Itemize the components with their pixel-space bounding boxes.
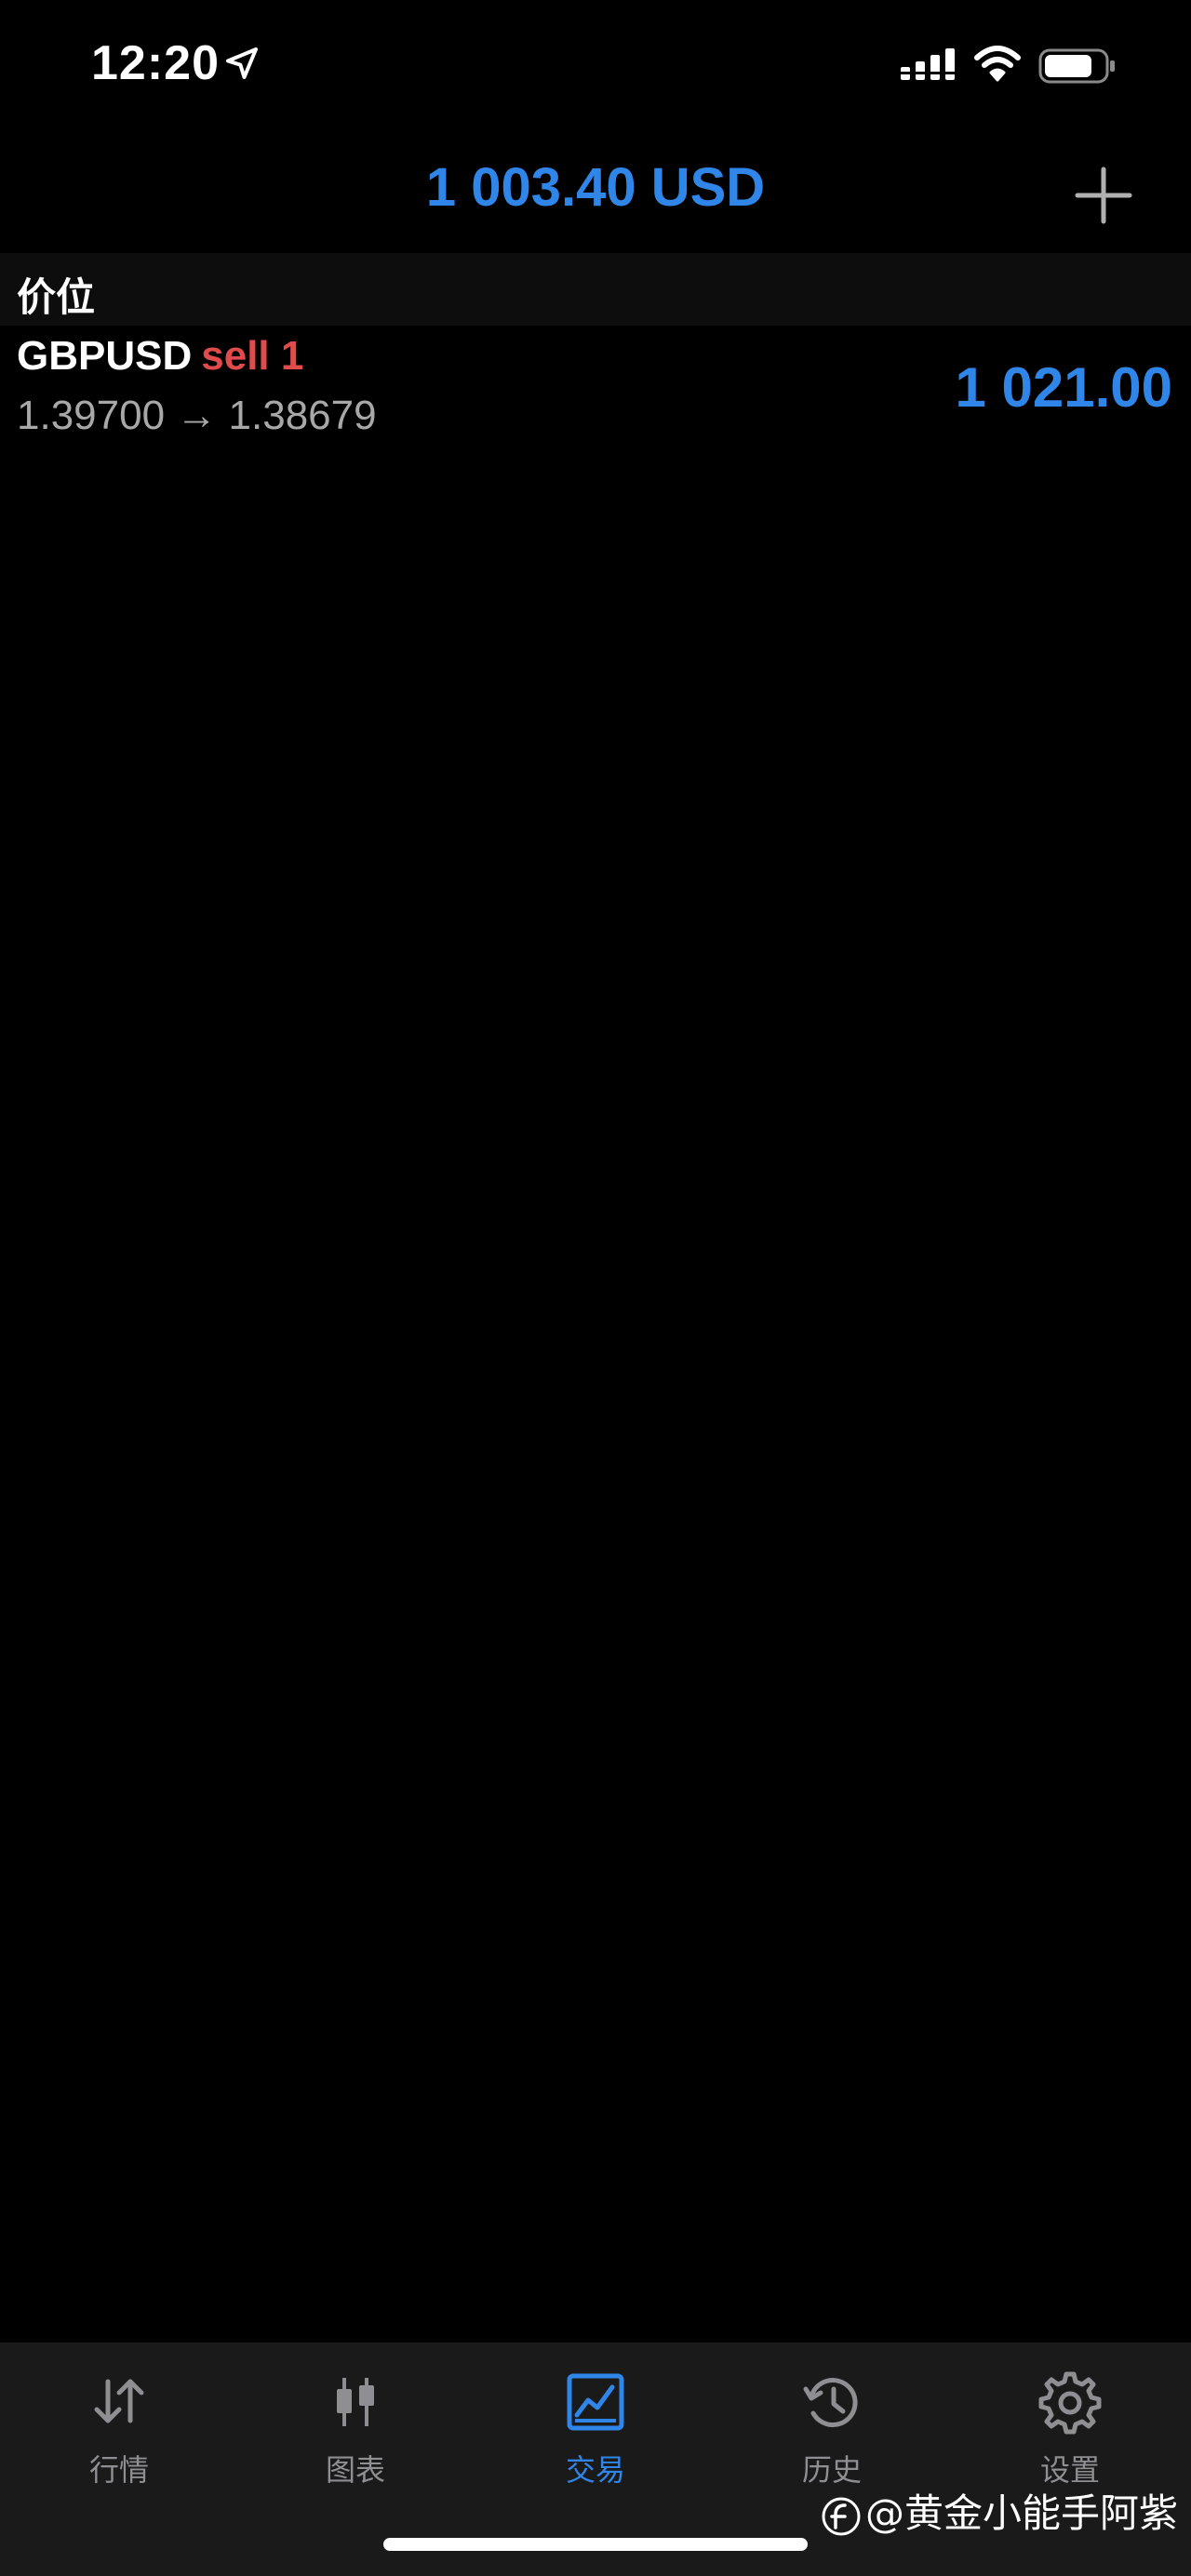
position-profit: 1 021.00 <box>955 356 1172 419</box>
status-time: 12:20 <box>91 36 220 90</box>
position-row[interactable]: GBPUSD sell 1 1.39700 → 1.38679 1 021.00 <box>0 327 1191 458</box>
section-title: 价位 <box>17 274 96 320</box>
account-balance: 1 003.40 USD <box>425 157 766 218</box>
positions-section-header: 价位 <box>0 253 1191 326</box>
arrows-up-down-icon <box>94 2379 144 2423</box>
open-price: 1.39700 <box>17 393 166 438</box>
cellular-signal-icon <box>901 48 955 80</box>
position-title: GBPUSD sell 1 <box>17 333 303 380</box>
tab-charts[interactable]: 图表 <box>262 2369 448 2508</box>
home-indicator[interactable] <box>383 2538 808 2551</box>
current-price: 1.38679 <box>228 393 377 438</box>
wifi-icon <box>974 46 1021 82</box>
history-icon <box>803 2378 858 2427</box>
watermark-logo-icon <box>822 2497 861 2535</box>
watermark-text: @黄金小能手阿紫 <box>864 2490 1178 2536</box>
position-type: sell 1 <box>201 333 304 379</box>
candlestick-icon <box>337 2378 374 2426</box>
status-bar: 12:20 <box>0 0 1191 130</box>
position-symbol: GBPUSD <box>17 333 193 379</box>
tab-trade[interactable]: 交易 <box>502 2369 689 2508</box>
tab-label: 交易 <box>565 2452 625 2488</box>
tab-quotes[interactable]: 行情 <box>26 2369 212 2508</box>
gear-icon <box>1038 2371 1102 2435</box>
position-prices: 1.39700 → 1.38679 <box>17 393 377 439</box>
trade-chart-icon <box>567 2373 624 2431</box>
location-arrow-icon <box>226 47 258 79</box>
battery-icon <box>1038 48 1115 84</box>
trade-header: 1 003.40 USD <box>0 140 1191 251</box>
price-arrow: → <box>176 393 218 438</box>
watermark: @黄金小能手阿紫 <box>821 2482 1178 2539</box>
tab-label: 图表 <box>325 2452 385 2488</box>
tab-label: 行情 <box>88 2452 149 2488</box>
add-order-button[interactable] <box>1070 162 1137 229</box>
